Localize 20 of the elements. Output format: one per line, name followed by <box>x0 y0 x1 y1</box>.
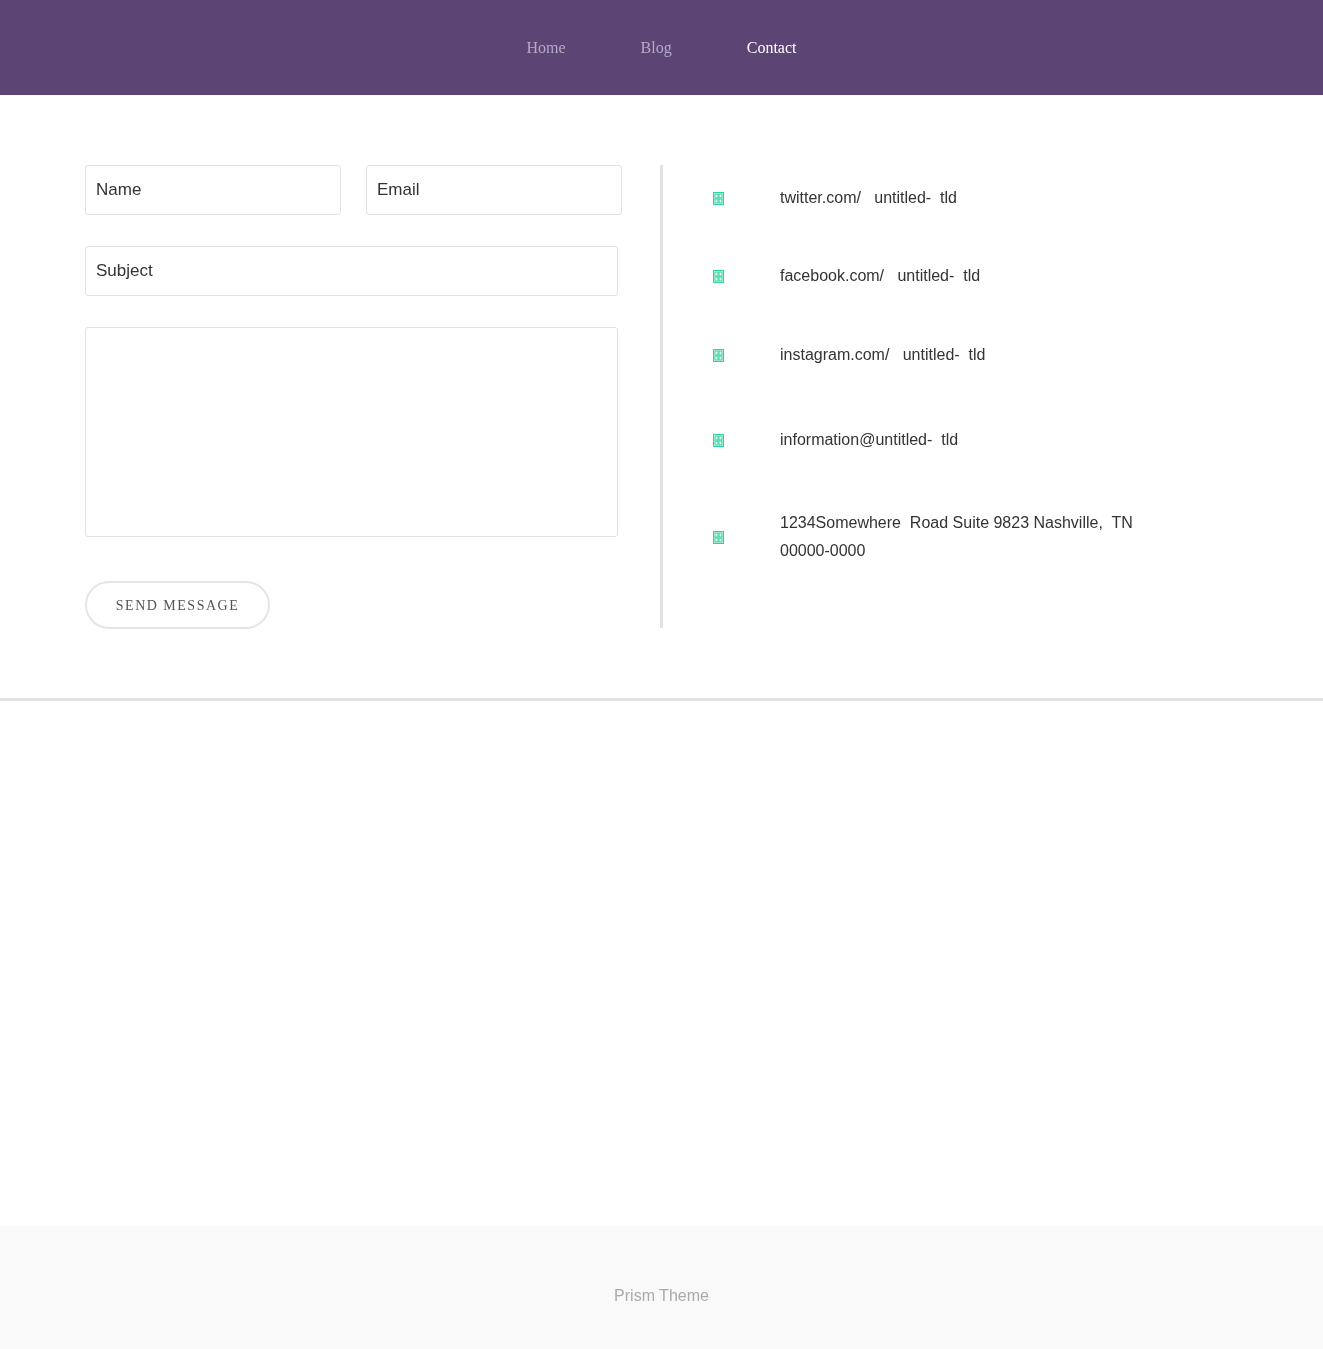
contact-text: instagram.com/ untitled- tld <box>780 345 986 365</box>
nav-link[interactable]: Home <box>526 35 566 60</box>
missing-glyph-icon <box>713 191 724 205</box>
message-field[interactable] <box>85 327 618 537</box>
email-field[interactable]: Email <box>366 165 622 215</box>
contact-text: facebook.com/ untitled- tld <box>780 266 981 286</box>
contact-text: information@untitled- tld <box>780 430 959 450</box>
name-field[interactable]: Name <box>85 165 341 215</box>
missing-glyph-icon <box>713 530 724 544</box>
contact-text: 1234Somewhere Road Suite 9823 Nashville, TN <box>780 513 1133 533</box>
footer-text: Prism Theme <box>614 1286 709 1306</box>
missing-glyph-icon <box>713 348 724 362</box>
nav-link[interactable]: Blog <box>640 35 672 60</box>
missing-glyph-icon <box>713 433 724 447</box>
send-message-button[interactable]: SEND MESSAGE <box>85 581 270 629</box>
nav-link[interactable]: Contact <box>746 35 797 60</box>
contact-text: twitter.com/ untitled- tld <box>780 188 957 208</box>
missing-glyph-icon <box>713 269 724 283</box>
subject-field[interactable]: Subject <box>85 246 618 296</box>
contact-text: 00000-0000 <box>780 541 867 561</box>
